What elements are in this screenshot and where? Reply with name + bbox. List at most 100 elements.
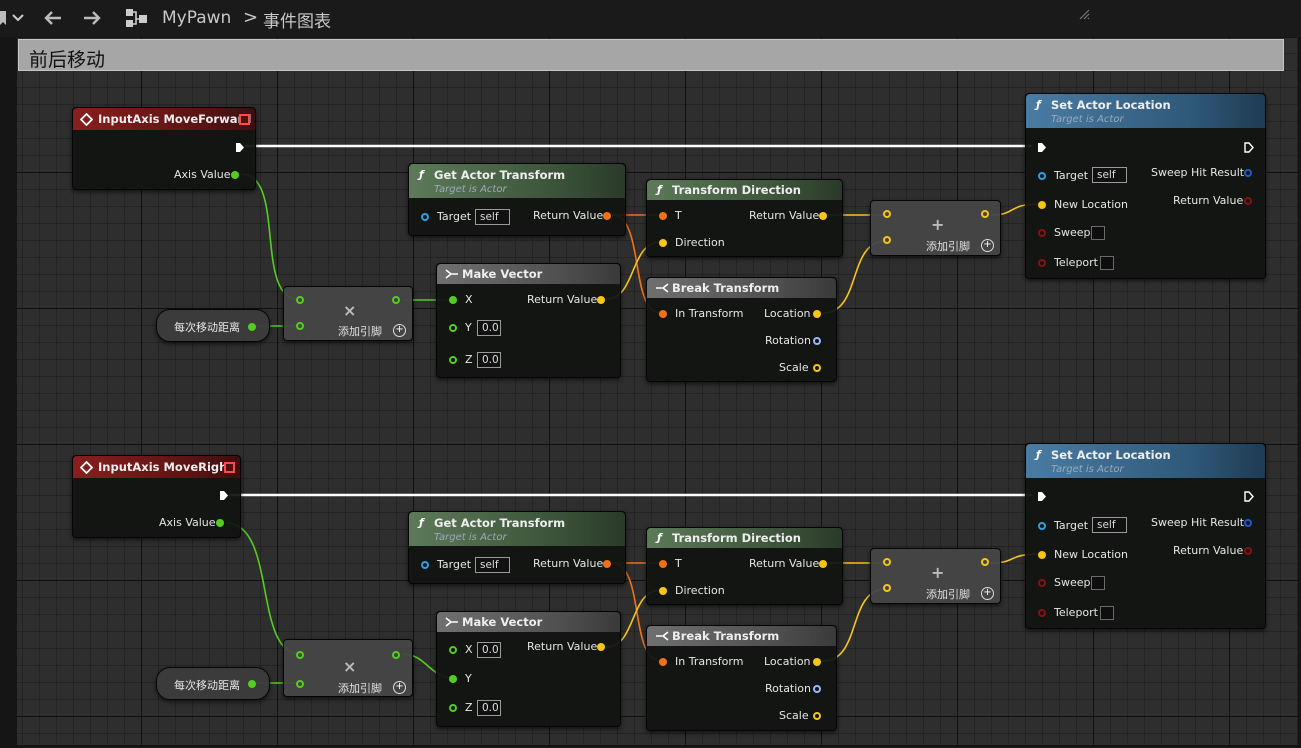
teleport-pin[interactable] bbox=[1038, 609, 1046, 617]
location-pin[interactable] bbox=[813, 310, 821, 318]
output-pin[interactable] bbox=[392, 651, 400, 659]
z-pin[interactable] bbox=[449, 356, 457, 364]
t-pin[interactable] bbox=[659, 560, 667, 568]
get-actor-transform-node[interactable]: ƒ Get Actor Transform Target is Actor Ta… bbox=[408, 511, 626, 584]
breadcrumb-current[interactable]: 事件图表 bbox=[263, 7, 331, 32]
new-location-pin[interactable] bbox=[1038, 551, 1046, 559]
teleport-checkbox[interactable] bbox=[1100, 606, 1114, 620]
exec-out-pin[interactable] bbox=[219, 490, 229, 501]
y-field[interactable]: 0.0 bbox=[477, 320, 501, 336]
forward-arrow-icon[interactable] bbox=[82, 10, 102, 26]
target-pin[interactable] bbox=[421, 561, 429, 569]
y-pin[interactable] bbox=[449, 675, 457, 683]
return-value-pin[interactable] bbox=[819, 560, 827, 568]
z-field[interactable]: 0.0 bbox=[477, 352, 501, 368]
z-field[interactable]: 0.0 bbox=[477, 700, 501, 716]
exec-in-pin[interactable] bbox=[1037, 142, 1047, 153]
target-field[interactable]: self bbox=[475, 557, 510, 573]
make-vector-node[interactable]: Make Vector X 0.0 Return Value Y Z 0.0 bbox=[436, 611, 621, 727]
input-axis-node[interactable]: InputAxis MoveRight Axis Value bbox=[72, 455, 241, 538]
t-pin[interactable] bbox=[659, 212, 667, 220]
input-b-pin[interactable] bbox=[296, 680, 304, 688]
get-actor-transform-node[interactable]: ƒ Get Actor Transform Target is Actor Ta… bbox=[408, 163, 626, 236]
sweep-pin[interactable] bbox=[1038, 229, 1046, 237]
exec-out-pin[interactable] bbox=[235, 142, 245, 153]
event-graph-canvas[interactable]: 前后移动 InputAxis MoveForward Axis Value ƒ … bbox=[17, 38, 1298, 745]
z-pin[interactable] bbox=[449, 704, 457, 712]
output-pin[interactable] bbox=[981, 210, 989, 218]
output-pin[interactable] bbox=[981, 558, 989, 566]
make-vector-node[interactable]: Make Vector X Return Value Y 0.0 Z 0.0 bbox=[436, 263, 621, 378]
add-node[interactable]: + 添加引脚 + bbox=[870, 548, 1001, 604]
breadcrumb-root[interactable]: MyPawn bbox=[162, 8, 231, 28]
variable-getter-node[interactable]: 每次移动距离 bbox=[156, 309, 270, 342]
input-b-pin[interactable] bbox=[883, 236, 891, 244]
return-value-pin[interactable] bbox=[819, 212, 827, 220]
input-a-pin[interactable] bbox=[883, 210, 891, 218]
delegate-pin-icon[interactable] bbox=[239, 114, 250, 125]
exec-out-pin[interactable] bbox=[1244, 142, 1254, 153]
add-pin-icon[interactable]: + bbox=[393, 681, 406, 694]
in-transform-pin[interactable] bbox=[659, 658, 667, 666]
axis-value-pin[interactable] bbox=[216, 519, 224, 527]
add-pin-label[interactable]: 添加引脚 bbox=[338, 323, 382, 339]
target-pin[interactable] bbox=[1038, 522, 1046, 530]
multiply-node[interactable]: × 添加引脚 + bbox=[283, 286, 413, 341]
sweep-checkbox[interactable] bbox=[1091, 576, 1105, 590]
delegate-pin-icon[interactable] bbox=[224, 462, 235, 473]
in-transform-pin[interactable] bbox=[659, 310, 667, 318]
scale-pin[interactable] bbox=[813, 712, 821, 720]
add-pin-icon[interactable]: + bbox=[393, 324, 406, 337]
back-arrow-icon[interactable] bbox=[43, 10, 63, 26]
target-field[interactable]: self bbox=[1092, 167, 1127, 183]
transform-direction-node[interactable]: ƒ Transform Direction T Return Value Dir… bbox=[646, 527, 843, 605]
variable-out-pin[interactable] bbox=[248, 680, 256, 688]
add-pin-icon[interactable]: + bbox=[981, 587, 994, 600]
location-pin[interactable] bbox=[813, 658, 821, 666]
new-location-pin[interactable] bbox=[1038, 201, 1046, 209]
break-transform-node[interactable]: Break Transform In Transform Location Ro… bbox=[646, 625, 837, 731]
variable-getter-node[interactable]: 每次移动距离 bbox=[156, 667, 270, 700]
return-value-pin[interactable] bbox=[603, 212, 611, 220]
teleport-pin[interactable] bbox=[1038, 259, 1046, 267]
scale-pin[interactable] bbox=[813, 364, 821, 372]
rotation-pin[interactable] bbox=[813, 685, 821, 693]
variable-out-pin[interactable] bbox=[248, 323, 256, 331]
rotation-pin[interactable] bbox=[813, 337, 821, 345]
exec-in-pin[interactable] bbox=[1037, 491, 1047, 502]
sweep-hit-result-pin[interactable] bbox=[1244, 519, 1252, 527]
exec-out-pin[interactable] bbox=[1244, 491, 1254, 502]
add-pin-label[interactable]: 添加引脚 bbox=[338, 680, 382, 696]
add-pin-label[interactable]: 添加引脚 bbox=[926, 586, 970, 602]
multiply-node[interactable]: × 添加引脚 + bbox=[283, 639, 413, 697]
output-pin[interactable] bbox=[392, 296, 400, 304]
chevron-down-icon[interactable] bbox=[12, 13, 24, 23]
bookmark-icon[interactable] bbox=[0, 10, 8, 26]
sweep-checkbox[interactable] bbox=[1091, 226, 1105, 240]
input-b-pin[interactable] bbox=[296, 322, 304, 330]
transform-direction-node[interactable]: ƒ Transform Direction T Return Value Dir… bbox=[646, 179, 843, 257]
set-actor-location-node[interactable]: ƒ Set Actor Location Target is Actor Tar… bbox=[1025, 93, 1266, 279]
sweep-hit-result-pin[interactable] bbox=[1244, 169, 1252, 177]
target-field[interactable]: self bbox=[1092, 517, 1127, 533]
set-actor-location-node[interactable]: ƒ Set Actor Location Target is Actor Tar… bbox=[1025, 443, 1266, 629]
axis-value-pin[interactable] bbox=[231, 171, 239, 179]
target-field[interactable]: self bbox=[475, 209, 510, 225]
target-pin[interactable] bbox=[421, 213, 429, 221]
return-value-pin[interactable] bbox=[603, 560, 611, 568]
return-value-pin[interactable] bbox=[1244, 547, 1252, 555]
x-pin[interactable] bbox=[449, 646, 457, 654]
x-field[interactable]: 0.0 bbox=[477, 642, 501, 658]
resize-grip-icon[interactable] bbox=[1078, 8, 1090, 20]
add-pin-label[interactable]: 添加引脚 bbox=[926, 238, 970, 254]
return-value-pin[interactable] bbox=[597, 643, 605, 651]
direction-pin[interactable] bbox=[659, 239, 667, 247]
target-pin[interactable] bbox=[1038, 172, 1046, 180]
input-a-pin[interactable] bbox=[296, 296, 304, 304]
input-axis-node[interactable]: InputAxis MoveForward Axis Value bbox=[72, 107, 256, 190]
teleport-checkbox[interactable] bbox=[1100, 256, 1114, 270]
direction-pin[interactable] bbox=[659, 587, 667, 595]
x-pin[interactable] bbox=[449, 296, 457, 304]
add-pin-icon[interactable]: + bbox=[981, 239, 994, 252]
input-b-pin[interactable] bbox=[883, 584, 891, 592]
